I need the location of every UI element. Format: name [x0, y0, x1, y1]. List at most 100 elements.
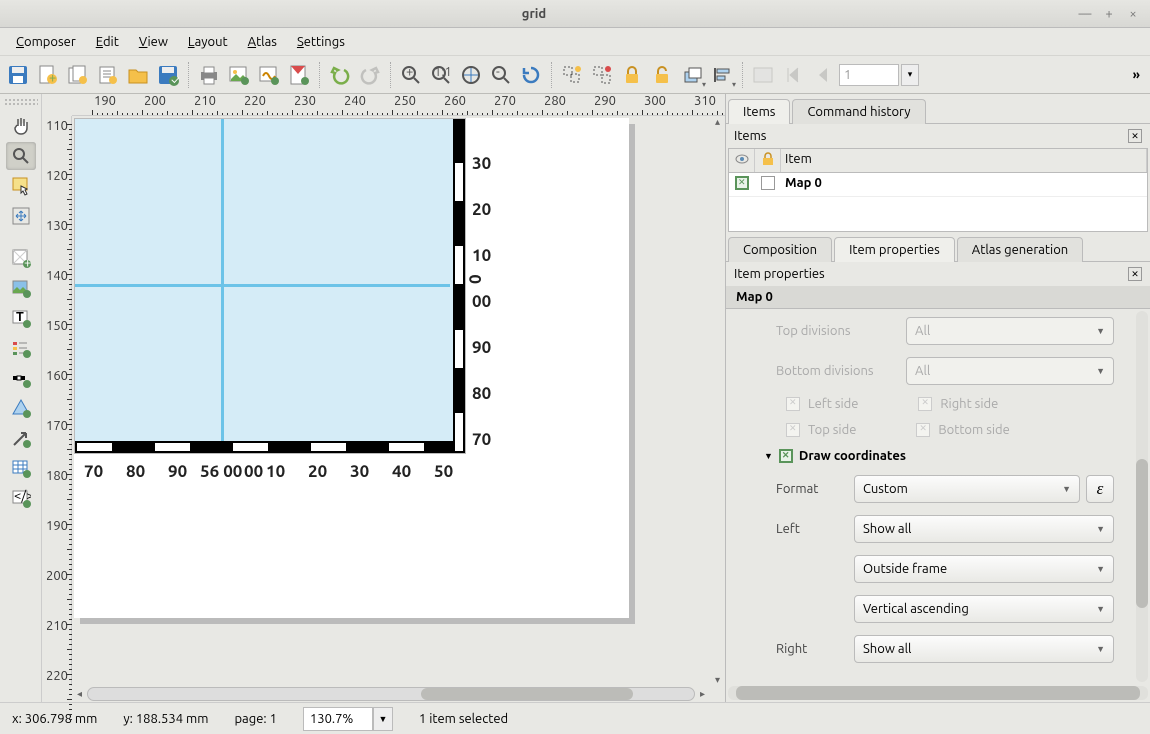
tab-items[interactable]: Items [728, 99, 790, 124]
draw-coordinates-group[interactable]: ▼ Draw coordinates [764, 449, 1114, 463]
add-arrow-tool-icon[interactable] [6, 424, 36, 452]
unlock-icon[interactable] [648, 61, 676, 89]
duplicate-composer-icon[interactable] [64, 61, 92, 89]
zoom-input[interactable] [303, 707, 373, 731]
redo-icon[interactable] [356, 61, 384, 89]
right-label: Right [776, 642, 854, 656]
items-panel-close-icon[interactable]: ✕ [1128, 129, 1142, 143]
export-image-icon[interactable] [225, 61, 253, 89]
left-show-select[interactable]: Show all▼ [854, 515, 1114, 543]
zoom-dropdown[interactable]: ▼ [373, 707, 393, 731]
undo-icon[interactable] [326, 61, 354, 89]
vertical-ruler[interactable]: 110120130140150160170180190200210220 [42, 116, 72, 686]
format-select[interactable]: Custom▼ [854, 475, 1080, 503]
draw-coordinates-checkbox[interactable] [779, 449, 793, 463]
maximize-icon[interactable]: + [1102, 7, 1116, 21]
export-svg-icon[interactable] [255, 61, 283, 89]
left-direction-select[interactable]: Vertical ascending▼ [854, 595, 1114, 623]
raise-icon[interactable] [678, 61, 706, 89]
horizontal-scrollbar[interactable] [87, 687, 695, 701]
zoom-actual-icon[interactable]: 1:1 [427, 61, 455, 89]
top-side-checkbox [786, 423, 800, 437]
left-toolbox: + T </> [0, 94, 42, 702]
align-icon[interactable] [708, 61, 736, 89]
right-show-select[interactable]: Show all▼ [854, 635, 1114, 663]
vscroll-down[interactable]: ▾ [710, 674, 725, 686]
minimize-icon[interactable]: — [1078, 7, 1092, 21]
tab-command-history[interactable]: Command history [792, 99, 925, 124]
hscroll-left[interactable]: ◂ [72, 688, 87, 700]
canvas-viewport[interactable]: 30201000908070 0 70809056 00001020304050 [72, 116, 710, 686]
add-shape-tool-icon[interactable] [6, 394, 36, 422]
new-composer-icon[interactable]: + [34, 61, 62, 89]
ungroup-icon[interactable] [588, 61, 616, 89]
add-html-tool-icon[interactable]: </> [6, 484, 36, 512]
add-map-tool-icon[interactable]: + [6, 244, 36, 272]
map-coord: 70 [84, 462, 103, 481]
page: 30201000908070 0 70809056 00001020304050 [74, 118, 629, 618]
map-coord: 10 [266, 462, 285, 481]
menu-settings[interactable]: Settings [289, 33, 353, 51]
format-label: Format [776, 482, 854, 496]
item-lock-checkbox[interactable] [761, 176, 775, 190]
item-props-close-icon[interactable]: ✕ [1128, 267, 1142, 281]
expression-button[interactable]: ε [1086, 475, 1114, 503]
group-icon[interactable] [558, 61, 586, 89]
zoom-out-icon[interactable]: - [487, 61, 515, 89]
atlas-prev-icon[interactable] [809, 61, 837, 89]
toolbox-handle[interactable] [4, 98, 38, 106]
add-legend-tool-icon[interactable] [6, 334, 36, 362]
zoom-full-icon[interactable] [457, 61, 485, 89]
add-image-tool-icon[interactable] [6, 274, 36, 302]
horizontal-ruler[interactable]: 190200210220230240250260270280290300310 [72, 94, 725, 116]
menu-edit[interactable]: Edit [88, 33, 127, 51]
right-side-checkbox [918, 397, 932, 411]
zoom-tool-icon[interactable] [6, 142, 36, 170]
top-divisions-select: All▼ [906, 317, 1114, 345]
menu-atlas[interactable]: Atlas [240, 33, 285, 51]
save-template-icon[interactable]: ✓ [154, 61, 182, 89]
print-icon[interactable] [195, 61, 223, 89]
svg-text:</>: </> [14, 489, 31, 503]
atlas-page-input[interactable]: 1 [839, 64, 899, 86]
toolbar: + ✓ + 1:1 - 1 ▾ » [0, 56, 1150, 94]
atlas-first-icon[interactable] [779, 61, 807, 89]
tab-composition[interactable]: Composition [728, 237, 832, 262]
svg-text:+: + [24, 256, 31, 268]
tab-item-properties[interactable]: Item properties [834, 237, 955, 262]
move-content-tool-icon[interactable] [6, 202, 36, 230]
menu-layout[interactable]: Layout [180, 33, 236, 51]
atlas-preview-icon[interactable] [749, 61, 777, 89]
item-visible-checkbox[interactable] [735, 176, 749, 190]
left-position-select[interactable]: Outside frame▼ [854, 555, 1114, 583]
menu-composer[interactable]: Composer [8, 33, 84, 51]
zoom-in-icon[interactable]: + [397, 61, 425, 89]
save-icon[interactable] [4, 61, 32, 89]
map-coord: 90 [168, 462, 187, 481]
export-pdf-icon[interactable] [285, 61, 313, 89]
props-horizontal-scrollbar[interactable] [728, 686, 1148, 700]
menu-view[interactable]: View [131, 33, 176, 51]
composer-manager-icon[interactable] [94, 61, 122, 89]
map-item[interactable] [74, 118, 466, 454]
bottom-divisions-select: All▼ [906, 357, 1114, 385]
refresh-icon[interactable] [517, 61, 545, 89]
select-tool-icon[interactable] [6, 172, 36, 200]
table-row[interactable]: Map 0 [729, 173, 1147, 197]
add-label-tool-icon[interactable]: T [6, 304, 36, 332]
pan-tool-icon[interactable] [6, 112, 36, 140]
toolbar-overflow-icon[interactable]: » [1127, 68, 1146, 82]
item-props-title: Item properties [734, 267, 1128, 281]
props-vertical-scrollbar[interactable] [1136, 311, 1148, 682]
hscroll-right[interactable]: ▸ [695, 688, 710, 700]
vscroll-up[interactable]: ▴ [710, 116, 725, 128]
tab-atlas-generation[interactable]: Atlas generation [957, 237, 1083, 262]
add-scalebar-tool-icon[interactable] [6, 364, 36, 392]
left-label: Left [776, 522, 854, 536]
open-template-icon[interactable] [124, 61, 152, 89]
svg-text:-: - [496, 65, 500, 79]
close-icon[interactable]: × [1126, 7, 1140, 21]
atlas-page-dropdown[interactable]: ▾ [901, 64, 919, 86]
add-table-tool-icon[interactable] [6, 454, 36, 482]
lock-icon[interactable] [618, 61, 646, 89]
